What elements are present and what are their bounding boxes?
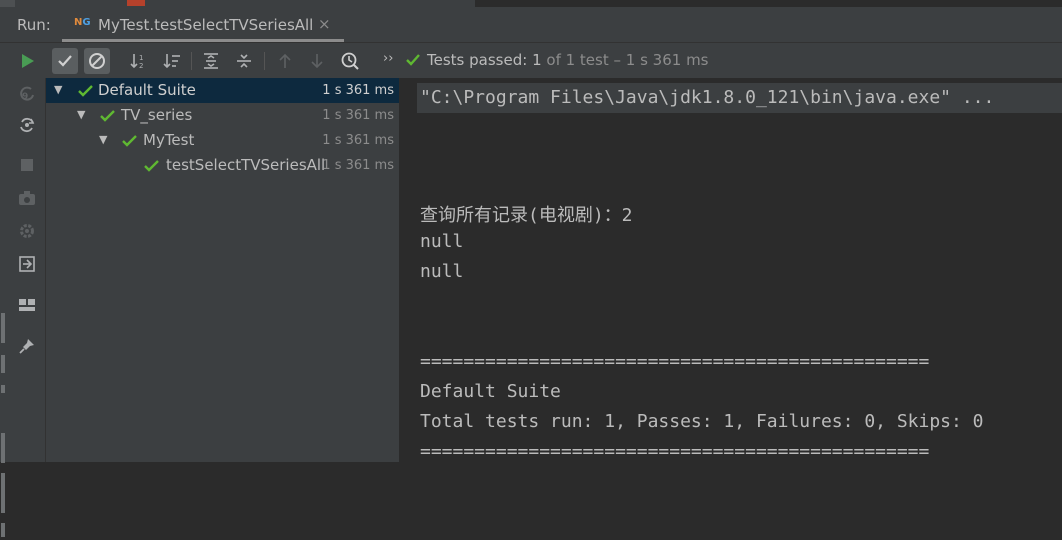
run-side-toolbar: 9 (0, 78, 46, 537)
console-line: ========================================… (420, 441, 930, 462)
console-command-line[interactable]: "C:\Program Files\Java\jdk1.8.0_121\bin\… (417, 83, 1062, 113)
expand-arrow-icon[interactable]: ▼ (99, 133, 107, 146)
tab-active-underline (62, 39, 344, 42)
status-passed-count: 1 (532, 51, 542, 69)
restore-layout-button[interactable] (14, 292, 40, 318)
collapse-all-icon (237, 54, 251, 68)
show-passed-toggle[interactable] (52, 48, 78, 74)
tab-title: MyTest.testSelectTVSeriesAll (98, 16, 314, 34)
tree-node-mytest[interactable]: ▼ MyTest 1 s 361 ms (46, 128, 399, 153)
console-line: Total tests run: 1, Passes: 1, Failures:… (420, 411, 984, 432)
checkmark-icon (144, 160, 159, 172)
tree-node-duration: 1 s 361 ms (322, 83, 394, 98)
checkmark-icon (78, 85, 93, 97)
arrow-up-icon (279, 53, 291, 68)
svg-text:2: 2 (139, 62, 143, 70)
checkmark-icon (122, 135, 137, 147)
tree-node-label: MyTest (143, 131, 195, 149)
stop-icon (21, 159, 33, 171)
checkmark-icon (100, 110, 115, 122)
tree-node-tv-series[interactable]: ▼ TV_series 1 s 361 ms (46, 103, 399, 128)
checkmark-icon (406, 54, 420, 66)
rerun-failed-button[interactable]: 9 (14, 81, 40, 107)
test-status-summary: Tests passed: 1 of 1 test – 1 s 361 ms (427, 51, 709, 69)
gear-icon (20, 224, 34, 238)
console-line: 查询所有记录(电视剧)：2 (420, 205, 633, 226)
test-results-tree: ▼ Default Suite 1 s 361 ms ▼ TV_series 1… (46, 78, 400, 462)
tree-node-test-select-tv-series-all[interactable]: testSelectTVSeriesAll 1 s 361 ms (46, 153, 399, 178)
arrow-down-icon (311, 54, 323, 69)
auto-rerun-icon (20, 117, 35, 133)
tree-node-label: TV_series (121, 106, 193, 124)
expand-all-button[interactable] (198, 48, 224, 74)
dump-threads-button[interactable] (14, 185, 40, 211)
play-icon (22, 54, 34, 68)
expand-arrow-icon[interactable]: ▼ (77, 108, 85, 121)
rerun-failed-icon: 9 (20, 86, 34, 102)
tree-node-duration: 1 s 361 ms (322, 158, 394, 173)
stop-button[interactable] (14, 152, 40, 178)
toggle-auto-test-button[interactable] (14, 112, 40, 138)
console-line: null (420, 261, 464, 282)
run-panel-header: Run: NG MyTest.testSelectTVSeriesAll × (0, 7, 1062, 43)
close-icon[interactable]: × (318, 15, 331, 33)
sort-alphabetically-button[interactable]: 12 (126, 48, 152, 74)
show-ignored-toggle[interactable] (84, 48, 110, 74)
camera-icon (19, 191, 35, 205)
toolbar-separator (264, 52, 265, 70)
tree-node-label: Default Suite (98, 81, 196, 99)
tree-node-label: testSelectTVSeriesAll (166, 156, 326, 174)
exit-icon (19, 256, 35, 272)
expand-all-icon (204, 53, 218, 69)
settings-button[interactable] (14, 218, 40, 244)
test-history-button[interactable] (337, 48, 363, 74)
top-strip-editor-area (475, 0, 1062, 7)
sort-duration-icon (163, 54, 180, 69)
expand-arrow-icon[interactable]: ▼ (54, 83, 62, 96)
collapse-all-button[interactable] (231, 48, 257, 74)
status-rest: of 1 test – 1 s 361 ms (546, 51, 709, 69)
checkmark-icon (58, 55, 72, 67)
exit-button[interactable] (14, 251, 40, 277)
vertical-tool-window-label (1, 313, 5, 537)
svg-text:9: 9 (22, 92, 28, 102)
layout-icon (19, 299, 35, 311)
svg-text:1: 1 (139, 54, 143, 62)
run-label: Run: (17, 16, 51, 34)
top-strip-tab (0, 0, 15, 7)
run-toolbar: 12 ›› Tests passed: 1 of 1 test – 1 s 36… (0, 43, 1062, 78)
next-failed-button[interactable] (304, 48, 330, 74)
tab-mytest-run[interactable]: NG MyTest.testSelectTVSeriesAll × (62, 7, 344, 42)
history-icon (341, 52, 359, 70)
window-top-strip (0, 0, 1062, 7)
pin-icon (19, 339, 34, 354)
tree-node-default-suite[interactable]: ▼ Default Suite 1 s 361 ms (46, 78, 399, 103)
sort-alpha-icon: 12 (130, 54, 143, 70)
toolbar-separator (191, 52, 192, 70)
previous-failed-button[interactable] (272, 48, 298, 74)
tree-node-duration: 1 s 361 ms (322, 133, 394, 148)
pin-tab-button[interactable] (14, 333, 40, 359)
rerun-button[interactable] (14, 48, 40, 74)
ignored-icon (89, 53, 105, 69)
testng-icon: NG (74, 17, 91, 28)
console-line: Default Suite (420, 381, 561, 402)
sort-by-duration-button[interactable] (159, 48, 185, 74)
tree-node-duration: 1 s 361 ms (322, 108, 394, 123)
more-actions-chevron[interactable]: ›› (383, 51, 393, 66)
status-passed-label: Tests passed: (427, 51, 528, 69)
console-line: null (420, 231, 464, 252)
console-line: ========================================… (420, 351, 930, 372)
console-output[interactable]: "C:\Program Files\Java\jdk1.8.0_121\bin\… (400, 78, 1062, 462)
top-strip-file-icon (127, 0, 145, 6)
